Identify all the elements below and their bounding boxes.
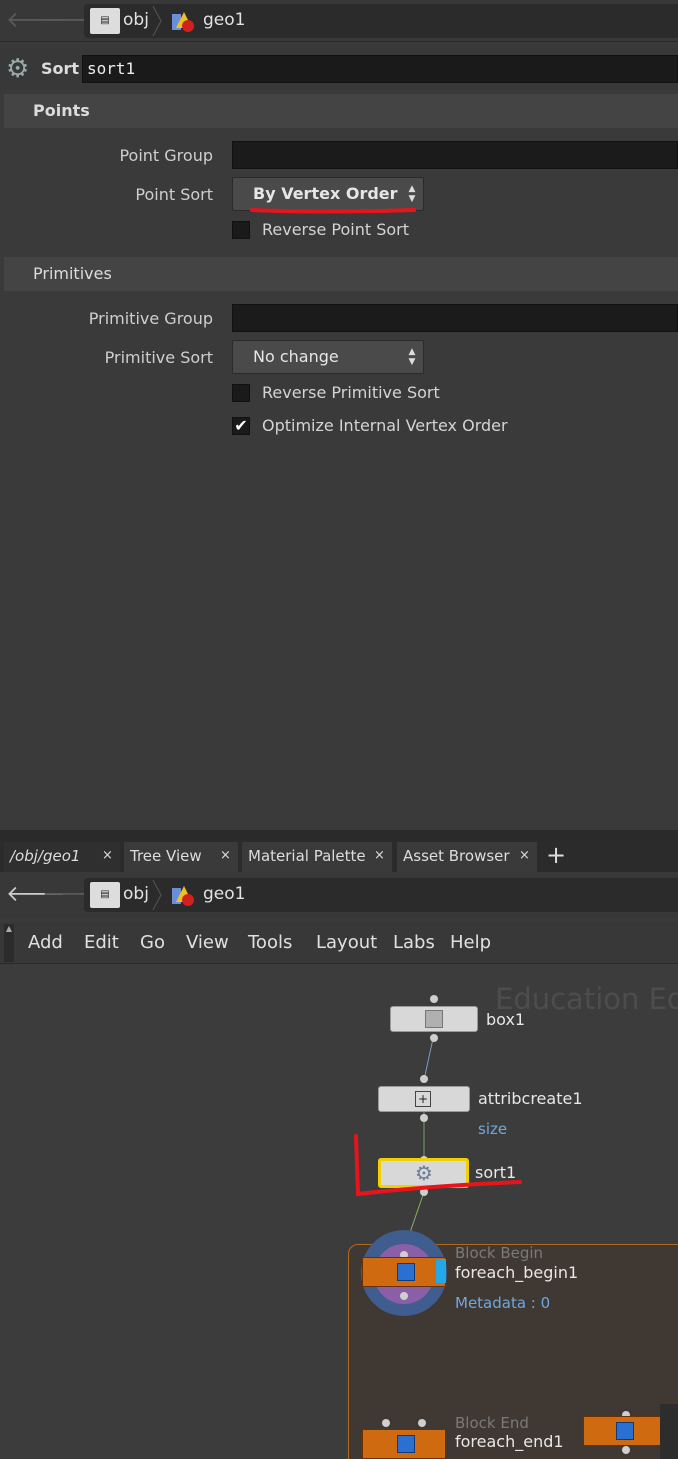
pane-divider[interactable] [0,830,678,840]
dropdown-arrows-icon: ▲ ▼ [408,347,416,367]
block-icon [616,1422,634,1440]
foreach-begin1-type: Block Begin [455,1244,544,1262]
input-connector[interactable] [430,995,438,1003]
breadcrumb-obj[interactable]: obj [123,10,149,30]
output-connector[interactable] [420,1114,428,1122]
foreach-end1-type: Block End [455,1414,529,1432]
node-header: ⚙ Sort sort1 [0,48,678,90]
menu-help[interactable]: Help [450,932,491,953]
forward-arrow-icon[interactable]: 🡒 [42,6,101,36]
menu-add[interactable]: Add [28,932,63,953]
menu-layout[interactable]: Layout [316,932,377,953]
optimize-vertex-order-label: Optimize Internal Vertex Order [262,416,508,435]
input-connector[interactable] [382,1419,390,1427]
menu-go[interactable]: Go [140,932,165,953]
gear-icon[interactable]: ⚙ [6,55,34,83]
tab-material-palette[interactable]: Material Palette [242,842,392,872]
output-connector[interactable] [400,1292,408,1300]
optimize-vertex-order-checkbox[interactable]: ✔ [232,417,250,435]
input-connector[interactable] [420,1075,428,1083]
box1-node[interactable] [390,1006,478,1032]
breadcrumb-separator-icon [152,6,162,36]
menu-edit[interactable]: Edit [84,932,119,953]
close-icon[interactable]: × [519,842,530,870]
close-icon[interactable]: × [102,842,113,870]
view-edge [660,1404,678,1459]
primitive-sort-dropdown[interactable]: No change ▲ ▼ [232,340,424,374]
reverse-point-sort-checkbox[interactable] [232,221,250,239]
primitive-group-label: Primitive Group [88,309,213,328]
geo-object-icon [172,12,194,32]
node-type-label: Sort [41,59,80,78]
breadcrumb-geo1[interactable]: geo1 [203,884,245,904]
red-annotation-mark [354,1134,522,1197]
foreach-begin1-label: foreach_begin1 [455,1263,579,1282]
box-icon [425,1010,443,1028]
toolbar-toggle-icon[interactable]: ▲ [4,924,14,962]
back-arrow-icon[interactable]: 🡐 [6,880,65,910]
reverse-primitive-sort-label: Reverse Primitive Sort [262,383,440,402]
points-section-header[interactable]: Points [4,94,678,128]
block-icon [397,1435,415,1453]
foreach-node[interactable] [583,1416,663,1446]
reverse-point-sort-label: Reverse Point Sort [262,220,410,239]
point-group-field[interactable] [232,141,678,169]
breadcrumb-geo1[interactable]: geo1 [203,10,245,30]
block-indicator [436,1259,446,1283]
menu-labs[interactable]: Labs [393,932,435,953]
close-icon[interactable]: × [220,842,231,870]
breadcrumb: ▤ obj geo1 [84,878,678,912]
reverse-primitive-sort-checkbox[interactable] [232,384,250,402]
primitive-sort-value: No change [253,347,339,366]
foreach-begin1-sublabel: Metadata : 0 [455,1294,551,1312]
network-menu-bar: ▲ Add Edit Go View Tools Layout Labs Hel… [0,922,678,964]
parameter-panel: Points Point Group Point Sort By Vertex … [0,92,678,830]
box1-label: box1 [486,1010,526,1029]
forward-arrow-icon[interactable]: 🡒 [42,880,101,910]
obj-network-icon: ▤ [90,882,120,908]
breadcrumb-separator-icon [152,880,162,910]
primitives-section-header[interactable]: Primitives [4,257,678,291]
network-editor[interactable]: Education Edi box1 + attribcreate1 size … [0,964,678,1459]
foreach-end1-label: foreach_end1 [455,1432,564,1451]
point-sort-label: Point Sort [135,185,213,204]
menu-view[interactable]: View [186,932,229,953]
geo-object-icon [172,886,194,906]
block-icon [397,1263,415,1281]
close-icon[interactable]: × [374,842,385,870]
add-tab-icon[interactable]: + [546,840,566,870]
menu-tools[interactable]: Tools [248,932,292,953]
primitive-sort-label: Primitive Sort [104,348,213,367]
network-path-bar: 🡐 🡒 ▤ obj geo1 [0,872,678,918]
back-arrow-icon[interactable]: 🡐 [6,6,65,36]
pane-tab-bar: /obj/geo1 × Tree View × Material Palette… [0,840,678,872]
output-connector[interactable] [430,1034,438,1042]
breadcrumb: ▤ obj geo1 [84,4,678,38]
point-group-label: Point Group [119,146,213,165]
tab-asset-browser[interactable]: Asset Browser [397,842,537,872]
point-sort-value: By Vertex Order [253,184,398,203]
red-underline-annotation [250,208,416,214]
attribcreate1-node[interactable]: + [378,1086,470,1112]
input-connector[interactable] [418,1419,426,1427]
attribcreate-icon: + [415,1091,431,1107]
foreach-begin1-node[interactable] [362,1257,446,1287]
breadcrumb-obj[interactable]: obj [123,884,149,904]
obj-network-icon: ▤ [90,8,120,34]
output-connector[interactable] [622,1446,630,1454]
foreach-end1-node[interactable] [362,1429,446,1459]
node-name-field[interactable]: sort1 [82,55,678,83]
path-bar: 🡐 🡒 ▤ obj geo1 [0,0,678,42]
primitive-group-field[interactable] [232,304,678,332]
dropdown-arrows-icon: ▲ ▼ [408,184,416,204]
attribcreate1-label: attribcreate1 [478,1089,583,1108]
